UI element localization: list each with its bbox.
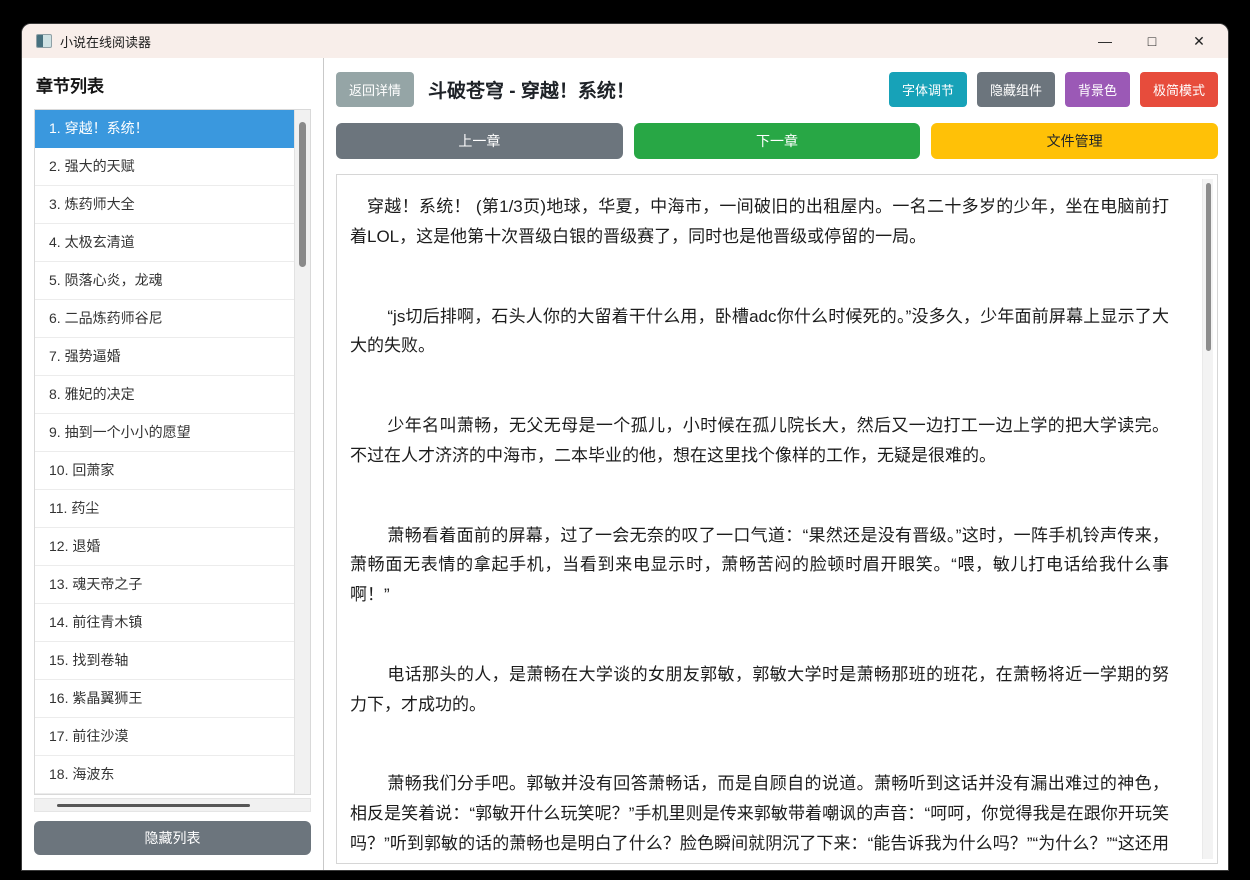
chapter-item-14[interactable]: 14. 前往青木镇	[35, 604, 294, 642]
titlebar: 小说在线阅读器 — □ ✕	[22, 24, 1228, 58]
chapter-item-12[interactable]: 12. 退婚	[35, 528, 294, 566]
scrollbar-thumb[interactable]	[1206, 183, 1211, 351]
chapter-list-vertical-scrollbar[interactable]	[294, 110, 310, 794]
chapter-sidebar: 章节列表 1. 穿越！系统！ 2. 强大的天赋 3. 炼药师大全 4. 太极玄清…	[22, 58, 324, 870]
scrollbar-thumb[interactable]	[299, 122, 306, 267]
paragraph: 电话那头的人，是萧畅在大学谈的女朋友郭敏，郭敏大学时是萧畅那班的班花，在萧畅将近…	[350, 664, 1169, 714]
chapter-item-8[interactable]: 8. 雅妃的决定	[35, 376, 294, 414]
chapter-nav-bar: 上一章 下一章 文件管理	[336, 123, 1219, 159]
app-window: 小说在线阅读器 — □ ✕ 章节列表 1. 穿越！系统！ 2. 强大的天赋 3.…	[22, 24, 1228, 870]
prev-chapter-button[interactable]: 上一章	[336, 123, 623, 159]
chapter-list: 1. 穿越！系统！ 2. 强大的天赋 3. 炼药师大全 4. 太极玄清道 5. …	[34, 109, 311, 795]
maximize-icon[interactable]: □	[1137, 26, 1167, 56]
chapter-item-18[interactable]: 18. 海波东	[35, 756, 294, 794]
reader-main: 返回详情 斗破苍穹 - 穿越！系统！ 字体调节 隐藏组件 背景色 极简模式 上一…	[324, 58, 1228, 870]
file-manager-button[interactable]: 文件管理	[931, 123, 1219, 159]
chapter-item-6[interactable]: 6. 二品炼药师谷尼	[35, 300, 294, 338]
paragraph: 穿越！系统！ (第1/3页)地球，华夏，中海市，一间破旧的出租屋内。一名二十多岁…	[350, 197, 1169, 246]
scrollbar-thumb[interactable]	[57, 804, 250, 807]
back-to-details-button[interactable]: 返回详情	[336, 72, 415, 107]
paragraph: “js切后排啊，石头人你的大留着干什么用，卧槽adc你什么时候死的。”没多久，少…	[350, 306, 1169, 356]
hide-list-button[interactable]: 隐藏列表	[34, 821, 311, 855]
chapter-list-horizontal-scrollbar[interactable]	[34, 798, 311, 812]
minimal-mode-button[interactable]: 极简模式	[1139, 72, 1218, 107]
chapter-item-5[interactable]: 5. 陨落心炎，龙魂	[35, 262, 294, 300]
top-toolbar: 返回详情 斗破苍穹 - 穿越！系统！ 字体调节 隐藏组件 背景色 极简模式	[336, 72, 1218, 107]
book-chapter-title: 斗破苍穹 - 穿越！系统！	[428, 81, 635, 102]
background-color-button[interactable]: 背景色	[1064, 72, 1130, 107]
chapter-item-16[interactable]: 16. 紫晶翼狮王	[35, 680, 294, 718]
chapter-list-title: 章节列表	[36, 77, 104, 96]
chapter-item-11[interactable]: 11. 药尘	[35, 490, 294, 528]
close-icon[interactable]: ✕	[1184, 26, 1214, 56]
app-icon	[36, 34, 52, 48]
app-body: 章节列表 1. 穿越！系统！ 2. 强大的天赋 3. 炼药师大全 4. 太极玄清…	[22, 58, 1228, 870]
chapter-item-1[interactable]: 1. 穿越！系统！	[35, 110, 294, 148]
window-controls: — □ ✕	[1073, 26, 1214, 56]
window-title: 小说在线阅读器	[60, 34, 152, 50]
chapter-item-7[interactable]: 7. 强势逼婚	[35, 338, 294, 376]
chapter-item-3[interactable]: 3. 炼药师大全	[35, 186, 294, 224]
reader-vertical-scrollbar[interactable]	[1202, 179, 1213, 859]
chapter-item-10[interactable]: 10. 回萧家	[35, 452, 294, 490]
hide-widgets-button[interactable]: 隐藏组件	[976, 72, 1055, 107]
chapter-item-15[interactable]: 15. 找到卷轴	[35, 642, 294, 680]
reader-text-panel: 穿越！系统！ (第1/3页)地球，华夏，中海市，一间破旧的出租屋内。一名二十多岁…	[336, 174, 1218, 864]
next-chapter-button[interactable]: 下一章	[633, 123, 921, 159]
font-adjust-button[interactable]: 字体调节	[888, 72, 967, 107]
chapter-item-2[interactable]: 2. 强大的天赋	[35, 148, 294, 186]
paragraph: 萧畅我们分手吧。郭敏并没有回答萧畅话，而是自顾自的说道。萧畅听到这话并没有漏出难…	[350, 774, 1169, 853]
chapter-item-13[interactable]: 13. 魂天帝之子	[35, 566, 294, 604]
chapter-item-4[interactable]: 4. 太极玄清道	[35, 224, 294, 262]
chapter-item-9[interactable]: 9. 抽到一个小小的愿望	[35, 414, 294, 452]
chapter-item-17[interactable]: 17. 前往沙漠	[35, 718, 294, 756]
chapter-items: 1. 穿越！系统！ 2. 强大的天赋 3. 炼药师大全 4. 太极玄清道 5. …	[35, 110, 294, 794]
paragraph: 少年名叫萧畅，无父无母是一个孤儿，小时候在孤儿院长大，然后又一边打工一边上学的把…	[350, 416, 1169, 465]
minimize-icon[interactable]: —	[1090, 26, 1120, 56]
paragraph: 萧畅看着面前的屏幕，过了一会无奈的叹了一口气道：“果然还是没有晋级。”这时，一阵…	[350, 525, 1169, 605]
